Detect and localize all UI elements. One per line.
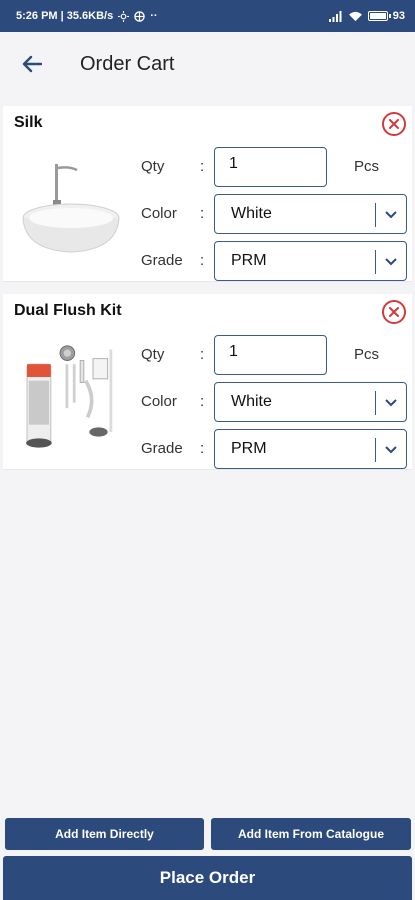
color-select-value: White: [231, 393, 272, 410]
arrow-left-icon: [22, 55, 42, 73]
chevron-down-icon: [385, 446, 397, 454]
grade-label: Grade: [141, 440, 183, 457]
quantity-field[interactable]: 1: [214, 335, 327, 375]
qty-label: Qty: [141, 346, 165, 363]
add-item-from-catalogue-button[interactable]: Add Item From Catalogue: [211, 818, 411, 850]
status-time-speed: 5:26 PM | 35.6KB/s: [16, 10, 114, 22]
app-header: Order Cart: [0, 32, 415, 96]
product-name: Silk: [14, 114, 43, 131]
status-bar: 5:26 PM | 35.6KB/s ·· 93: [0, 0, 415, 32]
grade-select[interactable]: PRM: [214, 429, 407, 469]
remove-item-button[interactable]: [382, 300, 406, 324]
back-button[interactable]: [0, 32, 64, 96]
basin-image: [22, 164, 120, 253]
battery-icon: [367, 11, 391, 21]
product-name: Dual Flush Kit: [14, 302, 122, 319]
unit-label: Pcs: [354, 158, 380, 175]
brightness-icon: [118, 10, 130, 22]
grade-select-value: PRM: [231, 252, 267, 269]
remove-item-button[interactable]: [382, 112, 406, 136]
colon: :: [200, 252, 205, 269]
colon: :: [200, 440, 205, 457]
colon: :: [200, 393, 205, 410]
cart-item-card: Silk Qty : 1 Pcs Color : White Grade : P…: [3, 106, 412, 282]
quantity-field[interactable]: 1: [214, 147, 327, 187]
color-select[interactable]: White: [214, 194, 407, 234]
color-label: Color: [141, 205, 177, 222]
chevron-down-icon: [385, 258, 397, 266]
place-order-button[interactable]: Place Order: [3, 856, 412, 900]
signal-icon: [328, 10, 342, 22]
flush-kit-image: [26, 345, 113, 448]
color-label: Color: [141, 393, 177, 410]
grade-select[interactable]: PRM: [214, 241, 407, 281]
cart-item-card: Dual Flush Kit Qty : 1 Pcs Color : White…: [3, 294, 412, 470]
grade-label: Grade: [141, 252, 183, 269]
bottom-actions: Add Item Directly Add Item From Catalogu…: [0, 818, 415, 854]
color-select[interactable]: White: [214, 382, 407, 422]
add-item-directly-button[interactable]: Add Item Directly: [5, 818, 204, 850]
page-title: Order Cart: [80, 52, 175, 75]
more-notifications-icon: ··: [150, 10, 158, 22]
colon: :: [200, 346, 205, 363]
colon: :: [200, 205, 205, 222]
close-icon: [389, 119, 399, 129]
qty-label: Qty: [141, 158, 165, 175]
unit-label: Pcs: [354, 346, 380, 363]
grade-select-value: PRM: [231, 440, 267, 457]
battery-level: 93: [392, 10, 405, 22]
colon: :: [200, 158, 205, 175]
vpn-icon: [134, 10, 146, 22]
chevron-down-icon: [385, 211, 397, 219]
chevron-down-icon: [385, 399, 397, 407]
color-select-value: White: [231, 205, 272, 222]
close-icon: [389, 307, 399, 317]
wifi-icon: [348, 11, 362, 21]
